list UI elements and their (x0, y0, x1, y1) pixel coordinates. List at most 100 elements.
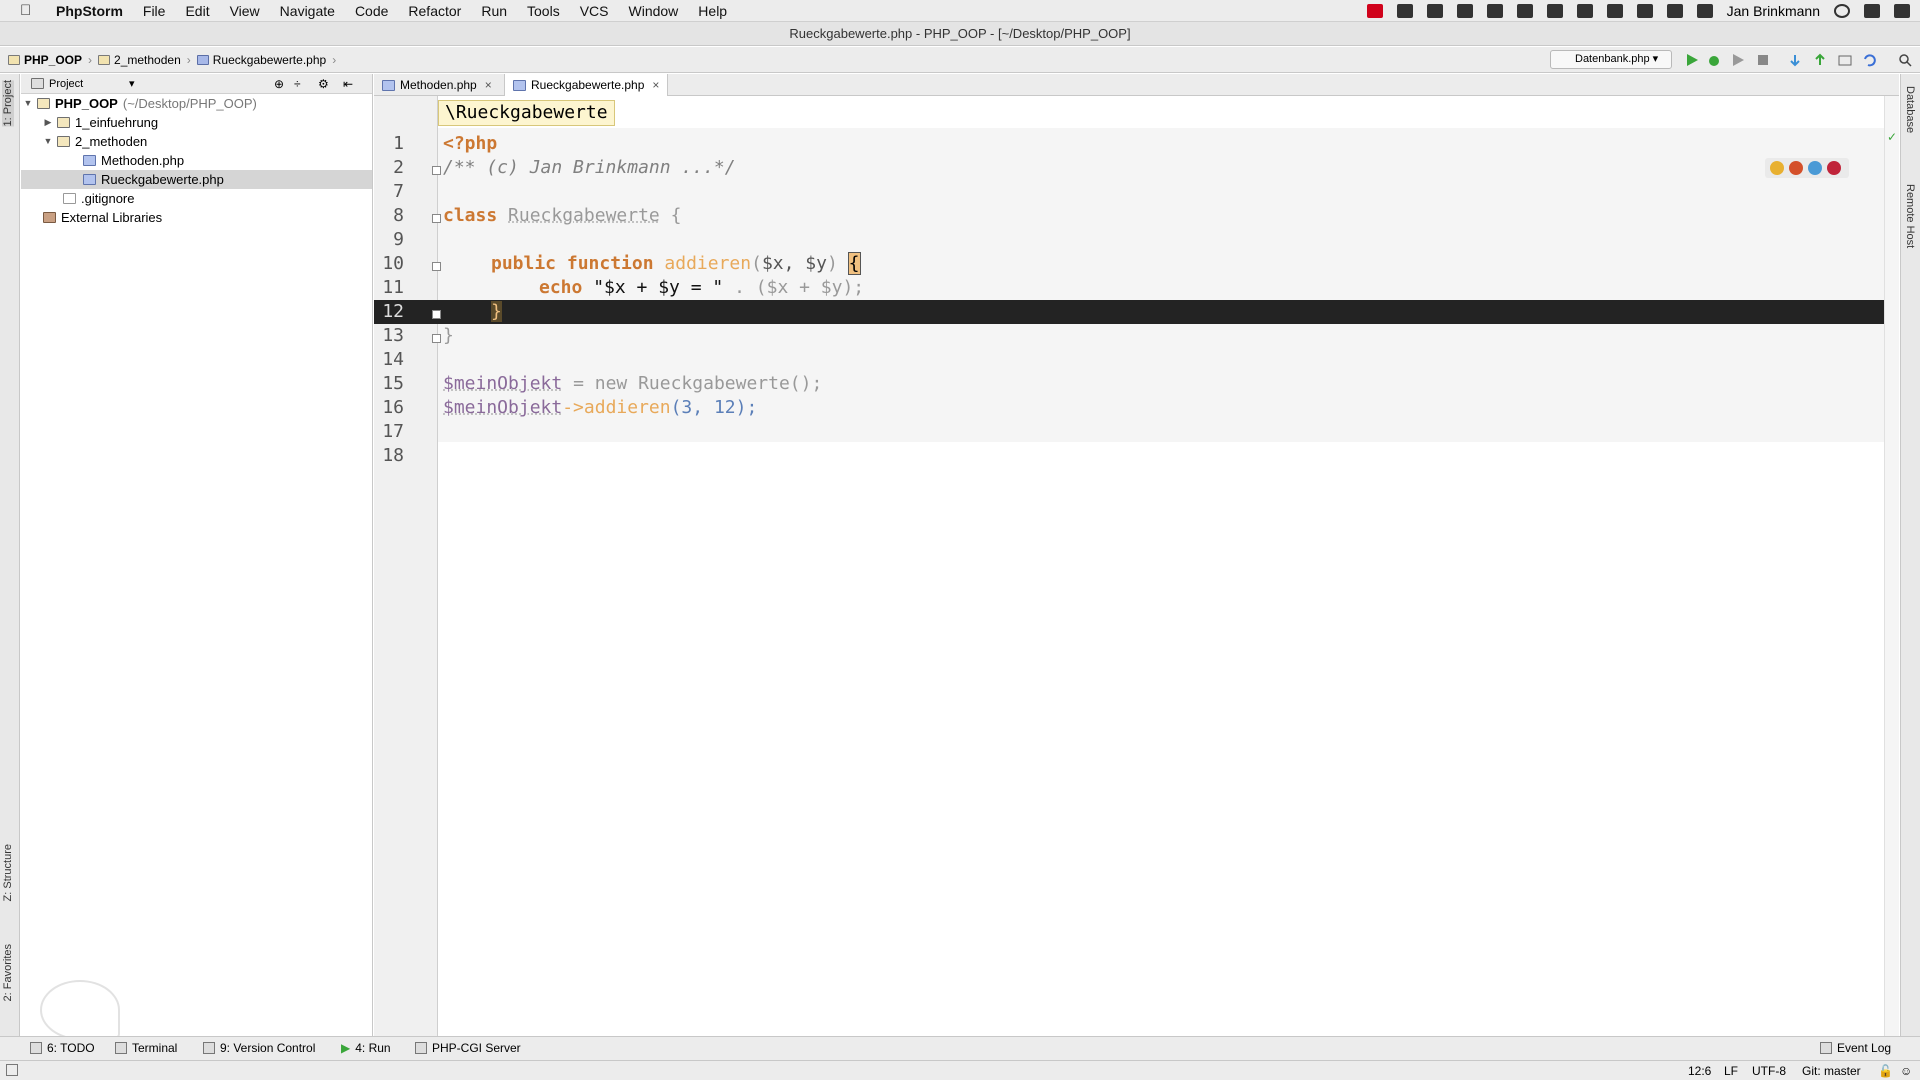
menu-app[interactable]: PhpStorm (56, 3, 123, 19)
collapse-all-icon[interactable]: ÷ (294, 77, 301, 91)
breadcrumb-file[interactable]: Rueckgabewerte.php › (196, 53, 336, 67)
run-icon[interactable] (1685, 53, 1699, 67)
menu-file[interactable]: File (143, 3, 166, 19)
apple-icon[interactable]:  (20, 2, 38, 19)
vcs-update-icon[interactable] (1788, 53, 1802, 67)
user-name[interactable]: Jan Brinkmann (1727, 3, 1820, 19)
file-encoding[interactable]: UTF-8 (1752, 1064, 1786, 1078)
bluetooth-icon[interactable] (1666, 4, 1683, 18)
drive-icon[interactable] (1456, 4, 1473, 18)
fold-marker-icon[interactable] (432, 310, 441, 319)
favorites-tool-tab[interactable]: 2: Favorites (2, 944, 14, 1001)
volume-icon[interactable] (1636, 4, 1653, 18)
lock-icon[interactable]: 🔓 (1878, 1064, 1893, 1078)
scroll-from-source-icon[interactable]: ⊕ (274, 77, 284, 91)
fold-marker-icon[interactable] (432, 214, 441, 223)
event-log-button[interactable]: Event Log (1820, 1041, 1891, 1055)
collapsed-arrow-icon[interactable]: ▶ (43, 113, 53, 132)
inspector-icon[interactable]: ☺ (1900, 1064, 1912, 1078)
code-line-11[interactable]: echo "$x + $y = " . ($x + $y); (539, 276, 864, 300)
coverage-icon[interactable] (1731, 53, 1745, 67)
tree-item-file[interactable]: Methoden.php (83, 151, 184, 170)
code-line-1[interactable]: <?php (443, 132, 497, 156)
tree-item-external-libraries[interactable]: External Libraries (43, 208, 162, 227)
time-machine-icon[interactable] (1696, 4, 1713, 18)
dropbox-icon[interactable] (1396, 4, 1413, 18)
listen-debug-icon[interactable] (1756, 53, 1770, 67)
tree-item-folder[interactable]: ▶ 1_einfuehrung (43, 113, 159, 132)
php-cgi-server-tool-button[interactable]: PHP-CGI Server (415, 1041, 521, 1055)
spotlight-icon[interactable] (1834, 4, 1850, 18)
notification-center-icon[interactable] (1894, 4, 1910, 18)
fold-marker-icon[interactable] (432, 334, 441, 343)
revert-icon[interactable] (1862, 53, 1876, 67)
debug-icon[interactable] (1707, 53, 1721, 67)
run-tool-button[interactable]: ▶ 4: Run (341, 1041, 391, 1055)
vcs-commit-icon[interactable] (1813, 53, 1827, 67)
terminal-tool-button[interactable]: Terminal (115, 1041, 177, 1055)
project-tool-tab[interactable]: 1: Project (2, 80, 14, 127)
firefox-icon[interactable] (1789, 161, 1803, 175)
project-view-select[interactable]: Project (49, 78, 83, 90)
code-line-13[interactable]: } (443, 324, 454, 348)
tray-cloud-icon[interactable] (1606, 4, 1623, 18)
siri-icon[interactable] (1864, 4, 1880, 18)
close-tab-icon[interactable]: × (485, 78, 492, 92)
gear-icon[interactable]: ⚙ (318, 77, 329, 91)
opera-icon[interactable] (1827, 161, 1841, 175)
fold-marker-icon[interactable] (432, 262, 441, 271)
database-tool-tab[interactable]: Database (1904, 86, 1916, 133)
chrome-icon[interactable] (1770, 161, 1784, 175)
code-line-16[interactable]: $meinObjekt->addieren(3, 12); (443, 396, 757, 420)
run-configuration-select[interactable]: Datenbank.php ▾ (1550, 50, 1672, 69)
tree-item-file-selected[interactable]: Rueckgabewerte.php (21, 170, 372, 189)
tree-item-folder[interactable]: ▼ 2_methoden (43, 132, 148, 151)
menu-edit[interactable]: Edit (185, 3, 209, 19)
tray-box-icon[interactable] (1486, 4, 1503, 18)
line-separator[interactable]: LF (1724, 1064, 1738, 1078)
git-branch[interactable]: Git: master (1802, 1064, 1861, 1078)
code-line-15[interactable]: $meinObjekt = new Rueckgabewerte(); (443, 372, 822, 396)
menu-navigate[interactable]: Navigate (280, 3, 335, 19)
safari-icon[interactable] (1808, 161, 1822, 175)
version-control-tool-button[interactable]: 9: Version Control (203, 1041, 315, 1055)
menu-run[interactable]: Run (481, 3, 507, 19)
expanded-arrow-icon[interactable]: ▼ (43, 132, 53, 151)
tray-leaf-icon[interactable] (1516, 4, 1533, 18)
menu-vcs[interactable]: VCS (580, 3, 609, 19)
close-tab-icon[interactable]: × (652, 78, 659, 92)
tree-item-project-root[interactable]: ▼ PHP_OOP (~/Desktop/PHP_OOP) (23, 94, 257, 113)
expanded-arrow-icon[interactable]: ▼ (23, 94, 33, 113)
menu-refactor[interactable]: Refactor (408, 3, 461, 19)
hide-panel-icon[interactable]: ⇤ (343, 77, 353, 91)
tray-plus-icon[interactable] (1426, 4, 1443, 18)
tab-methoden[interactable]: Methoden.php × (374, 74, 500, 96)
todo-tool-button[interactable]: 6: TODO (30, 1041, 95, 1055)
breadcrumb-project[interactable]: PHP_OOP › (8, 53, 92, 67)
code-line-12[interactable]: } (491, 300, 502, 324)
caret-position[interactable]: 12:6 (1688, 1064, 1711, 1078)
menu-help[interactable]: Help (698, 3, 727, 19)
tray-app-icon[interactable] (1366, 4, 1383, 18)
evernote-icon[interactable] (1546, 4, 1563, 18)
menu-window[interactable]: Window (629, 3, 679, 19)
error-stripe[interactable]: ✓ (1884, 96, 1899, 1036)
info-icon[interactable] (1576, 4, 1593, 18)
search-everywhere-icon[interactable] (1898, 53, 1912, 67)
tool-windows-toggle-icon[interactable] (6, 1064, 18, 1076)
menu-view[interactable]: View (230, 3, 260, 19)
menu-tools[interactable]: Tools (527, 3, 560, 19)
editor-tabs: Methoden.php × Rueckgabewerte.php × (374, 74, 1899, 96)
vcs-compare-icon[interactable] (1838, 53, 1852, 67)
fold-marker-icon[interactable] (432, 166, 441, 175)
structure-tool-tab[interactable]: Z: Structure (2, 844, 14, 901)
remote-host-tool-tab[interactable]: Remote Host (1904, 184, 1916, 248)
tree-item-file[interactable]: .gitignore (63, 189, 134, 208)
view-dropdown-icon[interactable]: ▾ (129, 77, 135, 90)
code-line-10[interactable]: public function addieren($x, $y) { (491, 252, 861, 276)
menu-code[interactable]: Code (355, 3, 388, 19)
tab-rueckgabewerte[interactable]: Rueckgabewerte.php × (504, 74, 669, 96)
code-line-2[interactable]: /** (c) Jan Brinkmann ...*/ (443, 156, 736, 180)
code-line-8[interactable]: class Rueckgabewerte { (443, 204, 681, 228)
breadcrumb-folder[interactable]: 2_methoden › (98, 53, 191, 67)
